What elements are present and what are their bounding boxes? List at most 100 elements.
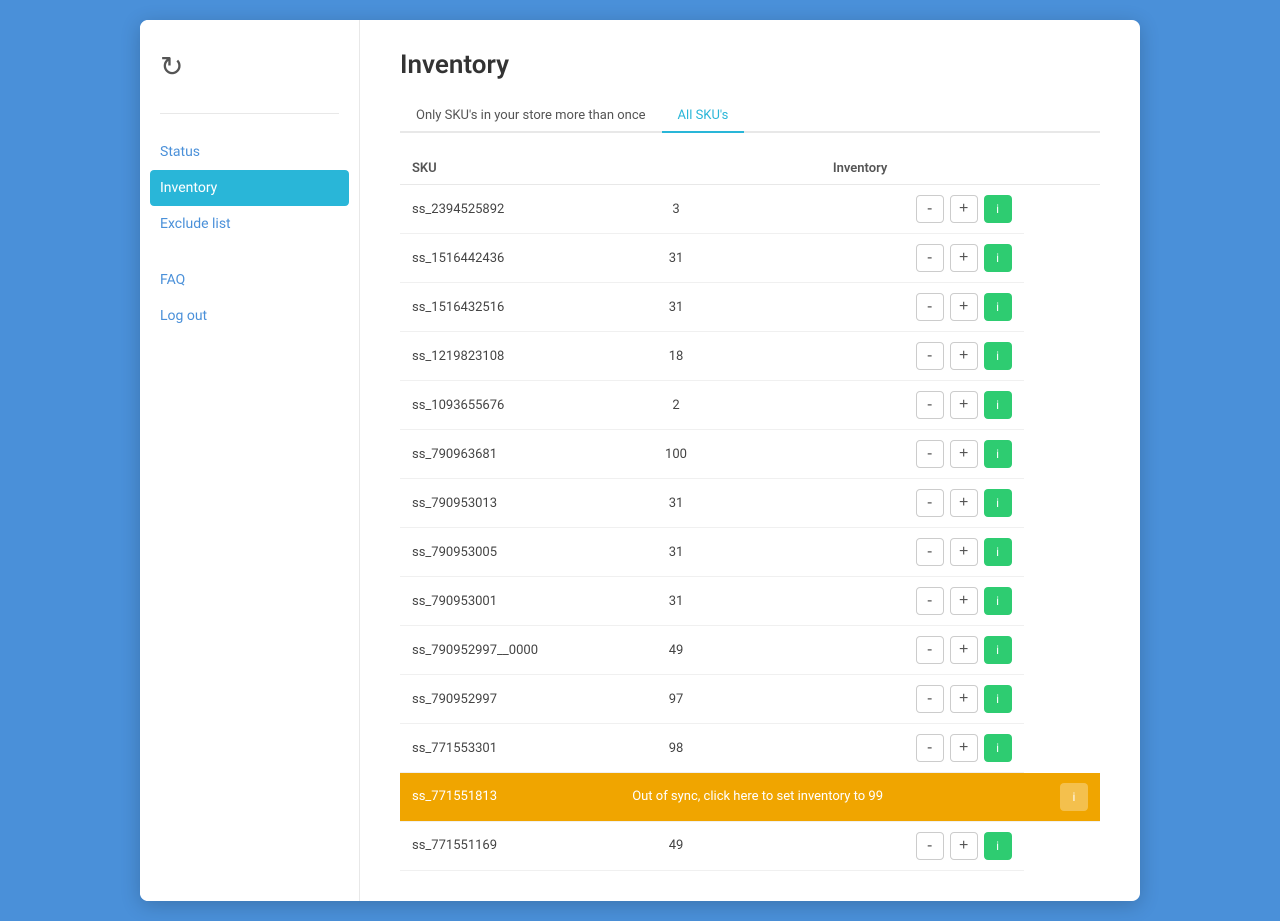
sku-cell: ss_790952997__0000 (400, 626, 620, 675)
table-row: ss_2394525892 3 - + i (400, 185, 1100, 234)
inventory-value: 98 (620, 724, 732, 773)
table-row: ss_790953001 31 - + i (400, 577, 1100, 626)
increment-button[interactable]: + (950, 244, 978, 272)
increment-button[interactable]: + (950, 832, 978, 860)
save-button[interactable]: i (984, 489, 1012, 517)
save-button[interactable]: i (984, 244, 1012, 272)
decrement-button[interactable]: - (916, 440, 944, 468)
inventory-value: 31 (620, 528, 732, 577)
increment-button[interactable]: + (950, 587, 978, 615)
increment-button[interactable]: + (950, 636, 978, 664)
decrement-button[interactable]: - (916, 685, 944, 713)
decrement-button[interactable]: - (916, 244, 944, 272)
sku-cell: ss_1516442436 (400, 234, 620, 283)
action-cell: - + i (732, 821, 1024, 870)
tab-duplicate-skus[interactable]: Only SKU's in your store more than once (400, 100, 662, 133)
save-button[interactable]: i (984, 440, 1012, 468)
sidebar-item-exclude-list[interactable]: Exclude list (140, 206, 359, 242)
sidebar-item-inventory[interactable]: Inventory (150, 170, 349, 206)
table-row: ss_771551169 49 - + i (400, 821, 1100, 870)
table-row: ss_790963681 100 - + i (400, 430, 1100, 479)
sku-cell: ss_790953005 (400, 528, 620, 577)
save-button[interactable]: i (984, 636, 1012, 664)
save-button[interactable]: i (984, 538, 1012, 566)
save-button[interactable]: i (984, 391, 1012, 419)
inventory-value: 2 (620, 381, 732, 430)
sku-cell: ss_2394525892 (400, 185, 620, 234)
save-button[interactable]: i (984, 832, 1012, 860)
decrement-button[interactable]: - (916, 734, 944, 762)
table-row: ss_790952997 97 - + i (400, 675, 1100, 724)
sidebar-item-faq[interactable]: FAQ (140, 262, 359, 298)
table-row: ss_1516432516 31 - + i (400, 283, 1100, 332)
sidebar-item-status[interactable]: Status (140, 134, 359, 170)
decrement-button[interactable]: - (916, 391, 944, 419)
table-row-highlighted[interactable]: ss_771551813 Out of sync, click here to … (400, 773, 1100, 822)
logo-area: ↻ (140, 40, 359, 113)
sku-cell: ss_771551169 (400, 821, 620, 870)
inventory-value: 18 (620, 332, 732, 381)
save-button[interactable]: i (984, 685, 1012, 713)
inventory-value: 49 (620, 821, 732, 870)
sidebar-nav: Status Inventory Exclude list FAQ Log ou… (140, 134, 359, 334)
sku-cell: ss_1219823108 (400, 332, 620, 381)
save-button[interactable]: i (984, 195, 1012, 223)
increment-button[interactable]: + (950, 440, 978, 468)
decrement-button[interactable]: - (916, 587, 944, 615)
increment-button[interactable]: + (950, 293, 978, 321)
decrement-button[interactable]: - (916, 195, 944, 223)
decrement-button[interactable]: - (916, 489, 944, 517)
sku-cell: ss_790952997 (400, 675, 620, 724)
action-cell: - + i (732, 430, 1024, 479)
inventory-value: 49 (620, 626, 732, 675)
decrement-button[interactable]: - (916, 636, 944, 664)
increment-button[interactable]: + (950, 342, 978, 370)
sku-cell: ss_1516432516 (400, 283, 620, 332)
inventory-value: 31 (620, 577, 732, 626)
inventory-value: 31 (620, 479, 732, 528)
action-cell: - + i (732, 626, 1024, 675)
main-content: Inventory Only SKU's in your store more … (360, 20, 1140, 901)
table-row: ss_790953005 31 - + i (400, 528, 1100, 577)
increment-button[interactable]: + (950, 734, 978, 762)
save-button[interactable]: i (984, 342, 1012, 370)
save-button[interactable]: i (984, 293, 1012, 321)
table-row: ss_790953013 31 - + i (400, 479, 1100, 528)
inventory-table: SKU Inventory ss_2394525892 3 - + i ss_1… (400, 153, 1100, 871)
decrement-button[interactable]: - (916, 832, 944, 860)
increment-button[interactable]: + (950, 489, 978, 517)
table-row: ss_771553301 98 - + i (400, 724, 1100, 773)
tab-all-skus[interactable]: All SKU's (662, 100, 745, 133)
action-cell: - + i (732, 381, 1024, 430)
sku-cell: ss_790953001 (400, 577, 620, 626)
sidebar-item-logout[interactable]: Log out (140, 298, 359, 334)
decrement-button[interactable]: - (916, 538, 944, 566)
increment-button[interactable]: + (950, 685, 978, 713)
inventory-value: 31 (620, 234, 732, 283)
sync-message-cell[interactable]: Out of sync, click here to set inventory… (620, 773, 1023, 822)
sku-cell: ss_1093655676 (400, 381, 620, 430)
action-cell: - + i (732, 724, 1024, 773)
col-header-inventory: Inventory (620, 153, 1100, 185)
decrement-button[interactable]: - (916, 342, 944, 370)
increment-button[interactable]: + (950, 538, 978, 566)
action-cell: - + i (732, 332, 1024, 381)
sku-cell: ss_771553301 (400, 724, 620, 773)
increment-button[interactable]: + (950, 391, 978, 419)
table-row: ss_1093655676 2 - + i (400, 381, 1100, 430)
sku-cell: ss_771551813 (400, 773, 620, 822)
page-title: Inventory (400, 50, 1100, 80)
decrement-button[interactable]: - (916, 293, 944, 321)
action-cell: - + i (732, 283, 1024, 332)
save-button[interactable]: i (984, 587, 1012, 615)
increment-button[interactable]: + (950, 195, 978, 223)
sync-button[interactable]: i (1060, 783, 1088, 811)
sku-value: ss_771551813 (412, 789, 497, 804)
col-header-sku: SKU (400, 153, 620, 185)
table-row: ss_1219823108 18 - + i (400, 332, 1100, 381)
table-row: ss_1516442436 31 - + i (400, 234, 1100, 283)
app-window: ↻ Status Inventory Exclude list FAQ Log … (140, 20, 1140, 901)
inventory-value: 31 (620, 283, 732, 332)
sidebar: ↻ Status Inventory Exclude list FAQ Log … (140, 20, 360, 901)
save-button[interactable]: i (984, 734, 1012, 762)
